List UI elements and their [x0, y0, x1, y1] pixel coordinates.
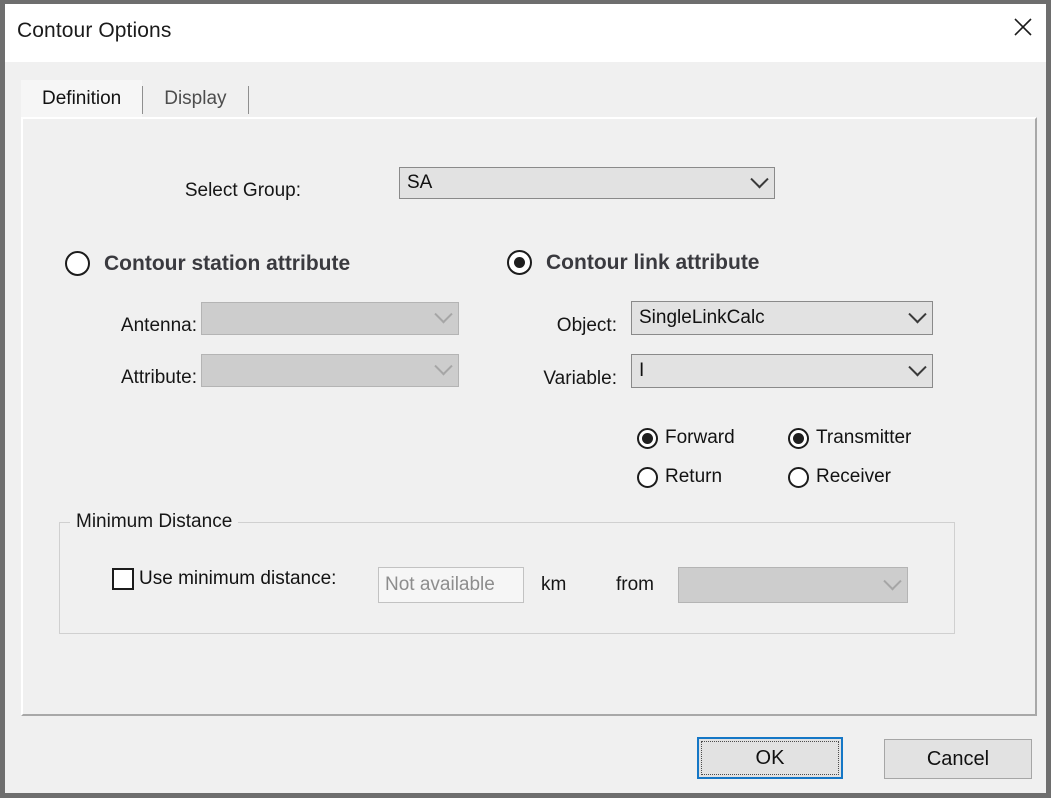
use-minimum-distance-label: Use minimum distance:: [139, 568, 337, 589]
minimum-distance-value: Not available: [385, 574, 495, 595]
title-bar: Contour Options: [5, 4, 1046, 62]
cancel-button[interactable]: Cancel: [884, 739, 1032, 779]
chevron-down-icon: [902, 304, 932, 325]
antenna-label: Antenna:: [120, 315, 197, 336]
radio-contour-link-attribute-label: Contour link attribute: [546, 250, 760, 274]
cancel-button-label: Cancel: [926, 747, 990, 770]
close-button[interactable]: [1000, 4, 1046, 50]
tab-definition[interactable]: Definition: [21, 80, 143, 118]
radio-receiver-indicator: [788, 466, 809, 488]
radio-return[interactable]: Return: [637, 466, 722, 488]
variable-combobox[interactable]: I: [631, 354, 933, 388]
select-group-combobox[interactable]: SA: [399, 167, 775, 199]
checkbox-indicator: [112, 568, 134, 590]
radio-transmitter[interactable]: Transmitter: [788, 427, 911, 449]
object-value: SingleLinkCalc: [639, 307, 765, 328]
variable-value: I: [639, 360, 645, 381]
radio-forward-indicator: [637, 427, 658, 449]
tab-display[interactable]: Display: [143, 80, 247, 118]
object-label: Object:: [556, 315, 617, 336]
radio-return-label: Return: [665, 466, 723, 487]
chevron-down-icon: [744, 169, 774, 190]
window-title: Contour Options: [17, 19, 172, 42]
antenna-combobox[interactable]: [201, 302, 459, 335]
radio-transmitter-label: Transmitter: [816, 427, 912, 448]
minimum-distance-group: Minimum Distance Use minimum distance: N…: [59, 511, 955, 634]
minimum-distance-input[interactable]: Not available: [378, 567, 524, 603]
attribute-label: Attribute:: [120, 367, 197, 388]
ok-button-label: OK: [755, 746, 785, 769]
object-combobox[interactable]: SingleLinkCalc: [631, 301, 933, 335]
radio-receiver[interactable]: Receiver: [788, 466, 891, 488]
tab-separator-2: [247, 86, 249, 114]
use-minimum-distance-checkbox[interactable]: Use minimum distance:: [112, 568, 336, 590]
variable-label: Variable:: [543, 368, 617, 389]
tab-definition-label: Definition: [42, 88, 122, 109]
select-group-value: SA: [407, 172, 433, 193]
chevron-down-icon: [902, 357, 932, 378]
contour-options-dialog: Contour Options Definition Display Selec…: [0, 0, 1051, 798]
radio-forward[interactable]: Forward: [637, 427, 735, 449]
minimum-distance-group-title: Minimum Distance: [70, 511, 239, 533]
ok-button[interactable]: OK: [697, 737, 843, 779]
tab-display-label: Display: [164, 88, 227, 109]
radio-return-indicator: [637, 466, 658, 488]
radio-forward-label: Forward: [665, 427, 735, 448]
select-group-label: Select Group:: [184, 180, 301, 201]
from-combobox[interactable]: [678, 567, 908, 603]
radio-contour-link-attribute[interactable]: Contour link attribute: [507, 250, 760, 275]
radio-station-indicator: [65, 251, 90, 276]
radio-receiver-label: Receiver: [816, 466, 891, 487]
radio-transmitter-indicator: [788, 427, 809, 449]
definition-tab-panel: Select Group: SA Contour station attribu…: [21, 117, 1037, 716]
chevron-down-icon: [428, 357, 458, 377]
radio-link-indicator: [507, 250, 532, 275]
from-label: from: [616, 574, 654, 595]
radio-contour-station-attribute[interactable]: Contour station attribute: [65, 251, 350, 276]
radio-contour-station-attribute-label: Contour station attribute: [104, 251, 351, 275]
tab-strip: Definition Display: [21, 80, 249, 118]
chevron-down-icon: [428, 305, 458, 325]
attribute-combobox[interactable]: [201, 354, 459, 387]
distance-unit-label: km: [541, 574, 567, 595]
chevron-down-icon: [877, 571, 907, 592]
close-icon: [1012, 16, 1034, 38]
